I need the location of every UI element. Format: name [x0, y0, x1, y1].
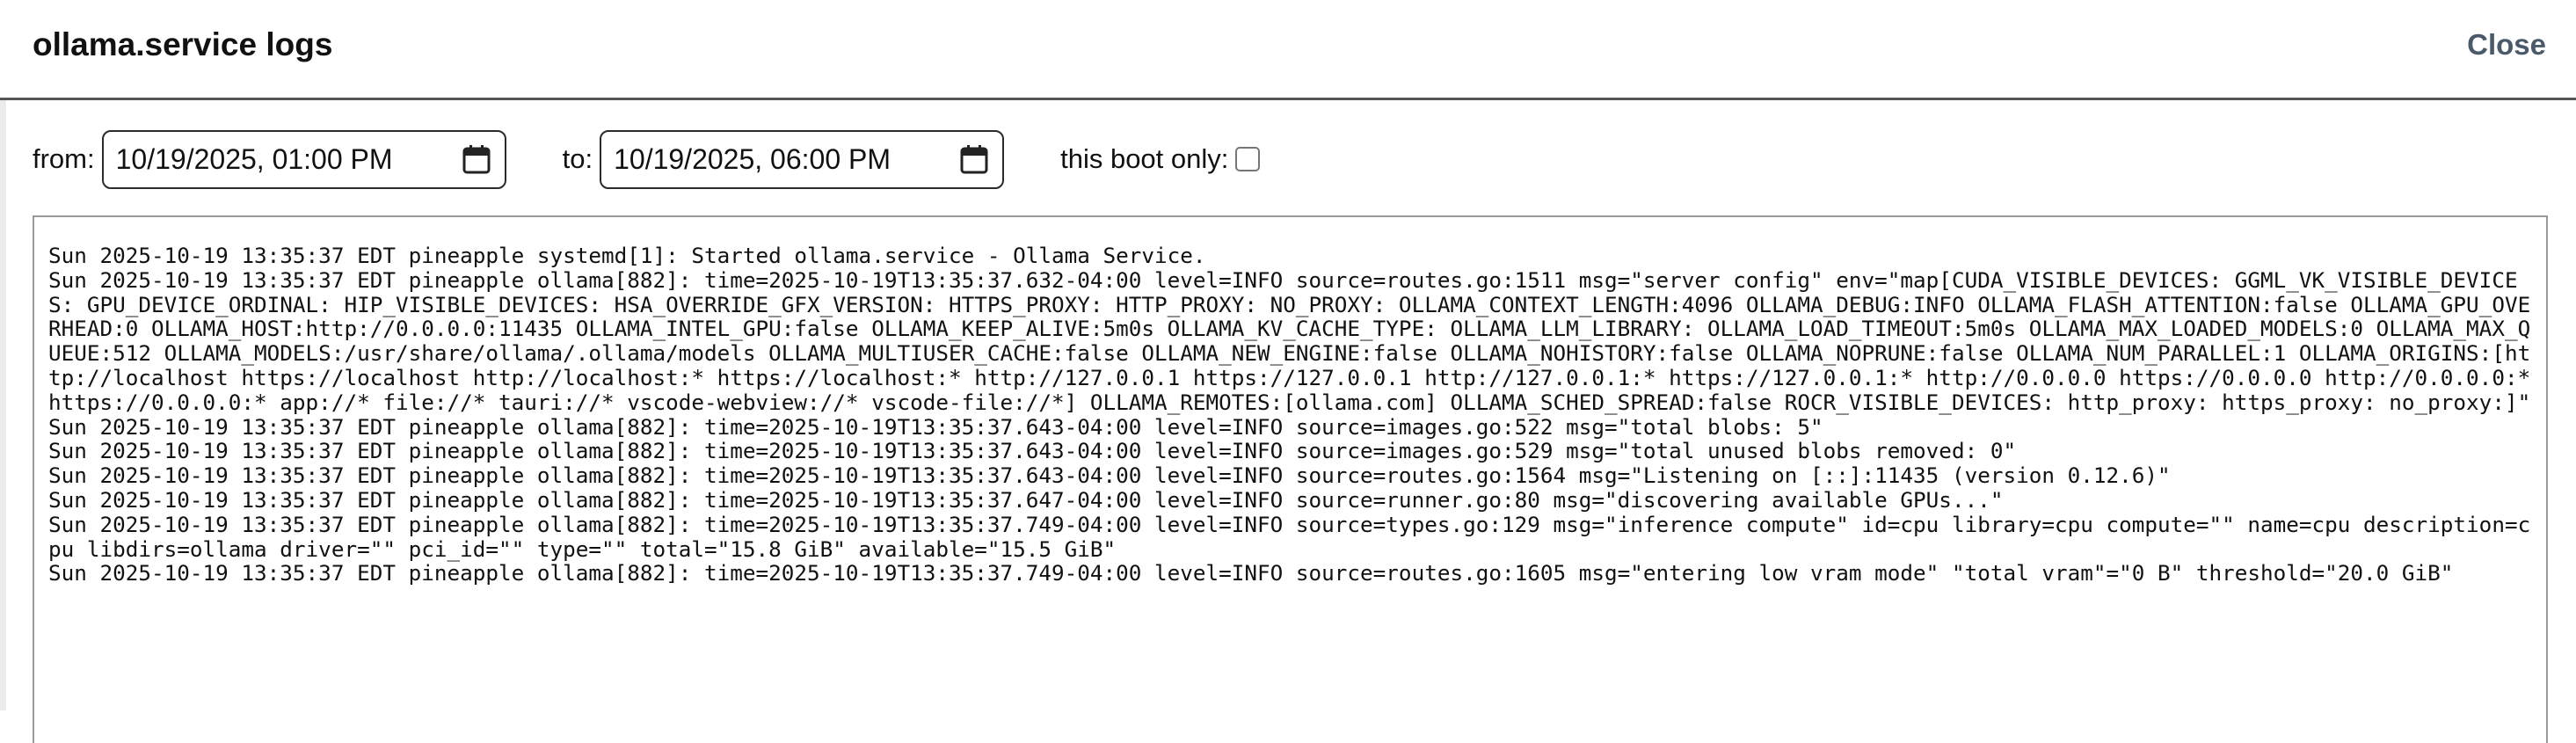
from-label: from: — [33, 143, 95, 174]
this-boot-only-checkbox[interactable] — [1235, 147, 1261, 171]
calendar-icon[interactable] — [462, 144, 491, 174]
to-datetime-value: 10/19/2025, 06:00 PM — [614, 142, 891, 175]
to-datetime-input[interactable]: 10/19/2025, 06:00 PM — [600, 129, 1005, 189]
to-label: to: — [562, 143, 593, 174]
calendar-icon[interactable] — [960, 144, 988, 174]
log-text: Sun 2025-10-19 13:35:37 EDT pineapple sy… — [48, 243, 2531, 586]
dialog-title: ollama.service logs — [33, 26, 333, 62]
log-output[interactable]: Sun 2025-10-19 13:35:37 EDT pineapple sy… — [33, 215, 2548, 743]
this-boot-only-label: this boot only: — [1060, 143, 1229, 174]
from-datetime-input[interactable]: 10/19/2025, 01:00 PM — [101, 129, 506, 189]
dialog-header: ollama.service logs Close — [0, 0, 2576, 100]
from-datetime-value: 10/19/2025, 01:00 PM — [115, 142, 393, 175]
close-button[interactable]: Close — [2467, 28, 2546, 62]
filter-bar: from: 10/19/2025, 01:00 PM to: 10/19/202… — [33, 128, 1261, 190]
left-divider — [0, 100, 6, 710]
